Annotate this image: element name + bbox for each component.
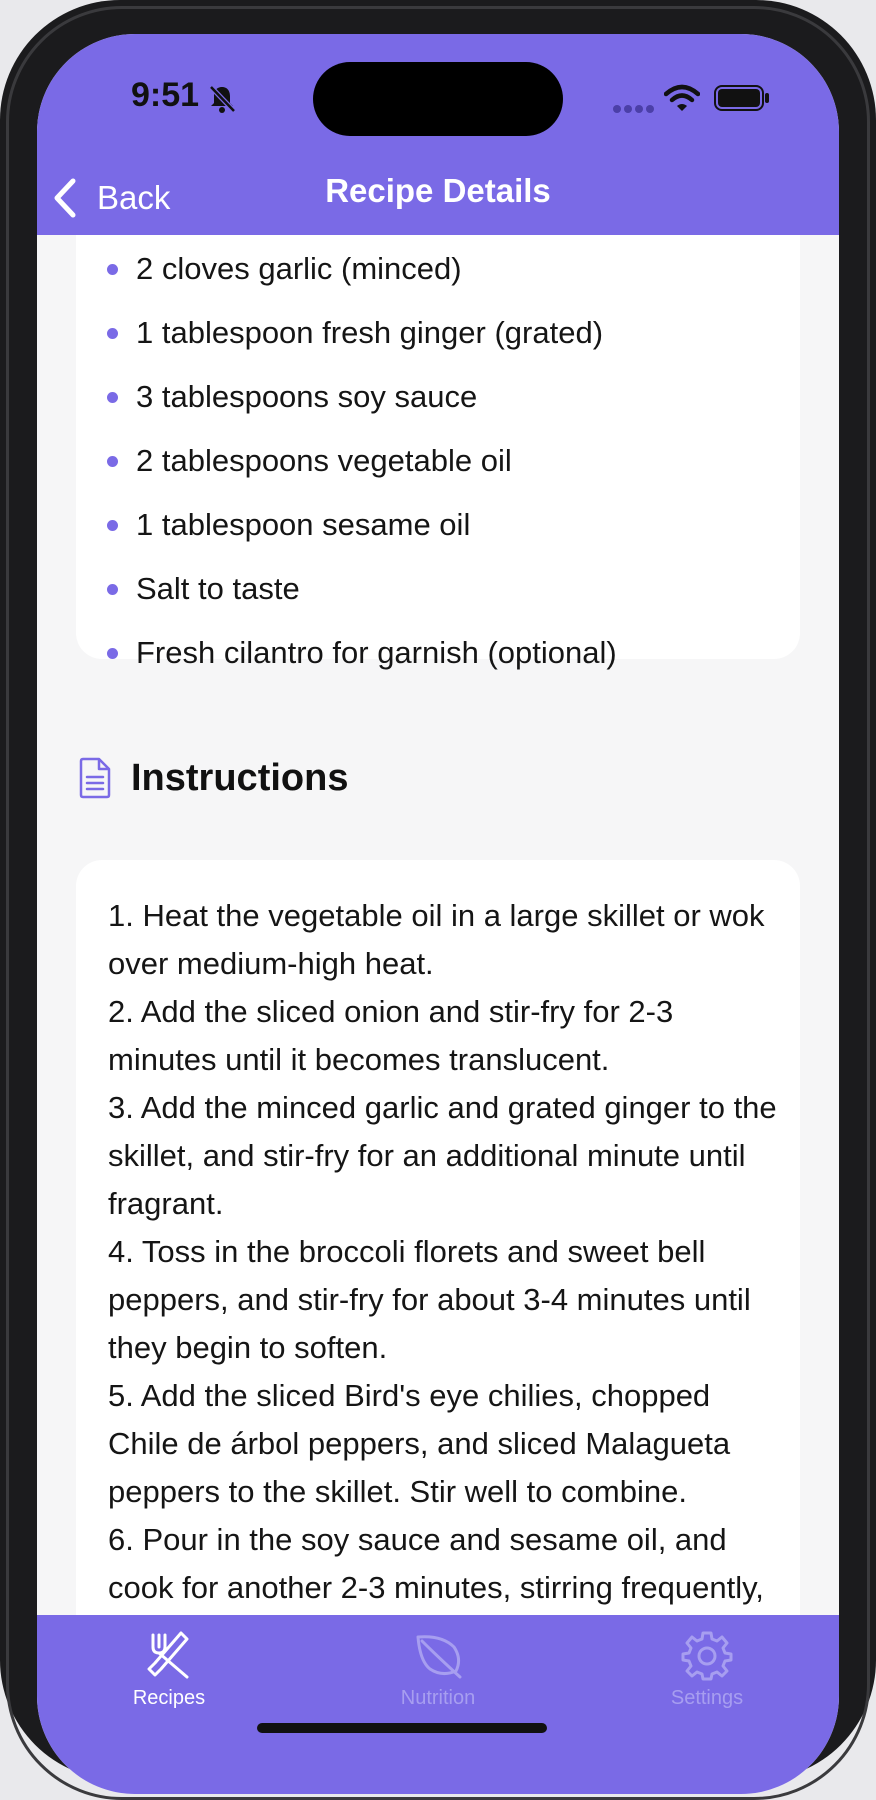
instruction-step: 1. Heat the vegetable oil in a large ski… — [108, 898, 765, 981]
fork-knife-icon — [147, 1631, 189, 1679]
recipe-content[interactable]: 2 cloves garlic (minced) 1 tablespoon fr… — [37, 235, 839, 1615]
instructions-text: 1. Heat the vegetable oil in a large ski… — [108, 892, 778, 1615]
tab-label: Nutrition — [400, 1687, 476, 1709]
ingredient-item: Salt to taste — [76, 557, 800, 621]
ingredient-item: 3 tablespoons soy sauce — [76, 365, 800, 429]
ingredient-text: Salt to taste — [136, 571, 300, 606]
ingredient-item: 1 tablespoon fresh ginger (grated) — [76, 301, 800, 365]
ingredients-list: 2 cloves garlic (minced) 1 tablespoon fr… — [76, 237, 800, 685]
wifi-icon — [664, 84, 700, 111]
leaf-icon — [416, 1635, 462, 1679]
ingredient-item: 2 cloves garlic (minced) — [76, 237, 800, 301]
ingredient-text: 3 tablespoons soy sauce — [136, 379, 478, 414]
page-title: Recipe Details — [325, 172, 551, 209]
bullet-dot — [107, 392, 118, 403]
ingredient-item: Fresh cilantro for garnish (optional) — [76, 621, 800, 685]
tab-settings[interactable]: Settings — [607, 1615, 807, 1725]
section-title: Instructions — [131, 756, 349, 799]
bullet-dot — [107, 584, 118, 595]
bullet-dot — [107, 648, 118, 659]
tab-recipes[interactable]: Recipes — [69, 1615, 269, 1725]
ingredient-text: 2 tablespoons vegetable oil — [136, 443, 512, 478]
phone-frame: 9:51 Back Recipe Details 2 cloves garlic… — [0, 0, 876, 1800]
tab-label: Recipes — [132, 1687, 206, 1709]
ingredient-text: 1 tablespoon fresh ginger (grated) — [136, 315, 604, 350]
instructions-header: Instructions — [76, 750, 348, 806]
battery-icon — [714, 85, 769, 111]
document-icon — [79, 757, 111, 799]
instruction-step: 3. Add the minced garlic and grated ging… — [108, 1090, 777, 1221]
instruction-step: 2. Add the sliced onion and stir-fry for… — [108, 994, 674, 1077]
top-bar: 9:51 Back Recipe Details — [37, 34, 839, 235]
tab-nutrition[interactable]: Nutrition — [338, 1615, 538, 1725]
bullet-dot — [107, 264, 118, 275]
ingredient-text: 2 cloves garlic (minced) — [136, 251, 462, 286]
home-indicator[interactable] — [257, 1723, 547, 1733]
ingredient-item: 2 tablespoons vegetable oil — [76, 429, 800, 493]
ingredient-text: Fresh cilantro for garnish (optional) — [136, 635, 617, 670]
ingredient-text: 1 tablespoon sesame oil — [136, 507, 471, 542]
gear-icon — [681, 1631, 733, 1681]
instructions-card: 1. Heat the vegetable oil in a large ski… — [76, 860, 800, 1615]
instruction-step: 4. Toss in the broccoli florets and swee… — [108, 1234, 751, 1365]
bell-slash-icon — [209, 85, 236, 113]
bullet-dot — [107, 328, 118, 339]
bullet-dot — [107, 520, 118, 531]
signal-dots-icon — [613, 105, 654, 113]
tab-bar: Recipes Nutrition Settings — [37, 1615, 839, 1794]
ingredients-card: 2 cloves garlic (minced) 1 tablespoon fr… — [76, 235, 800, 670]
tab-label: Settings — [670, 1687, 744, 1709]
bullet-dot — [107, 456, 118, 467]
phone-screen: 9:51 Back Recipe Details 2 cloves garlic… — [37, 34, 839, 1794]
ingredient-item: 1 tablespoon sesame oil — [76, 493, 800, 557]
instruction-step: 5. Add the sliced Bird's eye chilies, ch… — [108, 1378, 731, 1509]
dynamic-island — [313, 62, 563, 136]
instruction-step: 6. Pour in the soy sauce and sesame oil,… — [108, 1522, 764, 1605]
